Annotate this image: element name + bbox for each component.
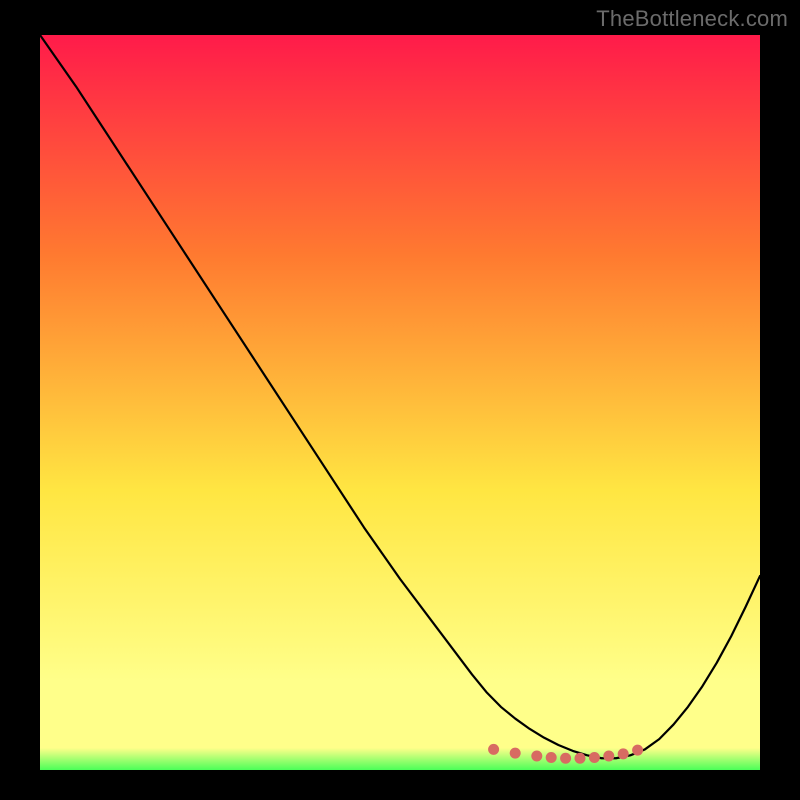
chart-frame: TheBottleneck.com bbox=[0, 0, 800, 800]
watermark-text: TheBottleneck.com bbox=[596, 6, 788, 32]
curve-dot bbox=[618, 748, 629, 759]
curve-dot bbox=[560, 753, 571, 764]
curve-dot bbox=[603, 751, 614, 762]
curve-dot bbox=[488, 744, 499, 755]
bottleneck-chart bbox=[40, 35, 760, 770]
curve-dot bbox=[510, 748, 521, 759]
gradient-background bbox=[40, 35, 760, 770]
curve-dot bbox=[589, 752, 600, 763]
curve-dot bbox=[575, 753, 586, 764]
curve-dot bbox=[546, 752, 557, 763]
curve-dot bbox=[632, 745, 643, 756]
curve-dot bbox=[531, 751, 542, 762]
